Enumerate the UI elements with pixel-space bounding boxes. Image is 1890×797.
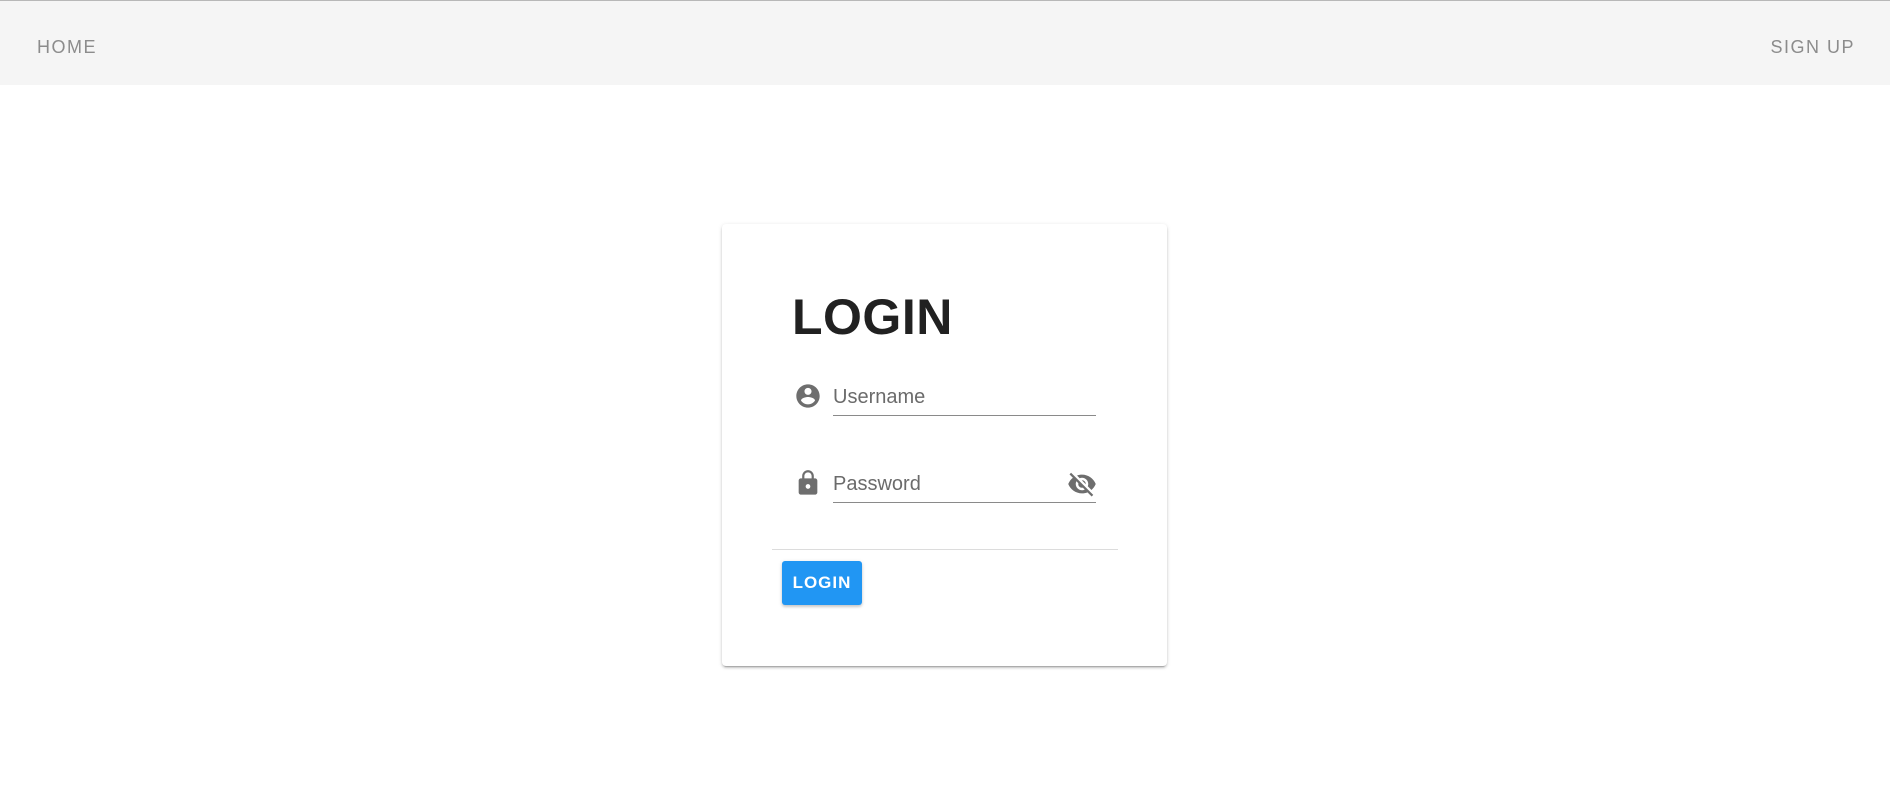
password-field-group	[794, 463, 1097, 513]
top-navbar: HOME SIGN UP	[0, 0, 1890, 85]
nav-home-link[interactable]: HOME	[37, 37, 97, 58]
lock-icon	[798, 470, 818, 495]
password-input[interactable]	[833, 463, 1096, 503]
card-divider	[772, 549, 1118, 550]
account-circle-icon	[796, 384, 820, 408]
login-card: LOGIN LOGIN	[722, 224, 1167, 666]
username-input[interactable]	[833, 376, 1096, 416]
login-title: LOGIN	[792, 289, 953, 345]
nav-signup-link[interactable]: SIGN UP	[1770, 37, 1855, 58]
login-button[interactable]: LOGIN	[782, 561, 862, 605]
username-field-group	[794, 376, 1097, 426]
eye-off-icon[interactable]	[1067, 469, 1097, 499]
